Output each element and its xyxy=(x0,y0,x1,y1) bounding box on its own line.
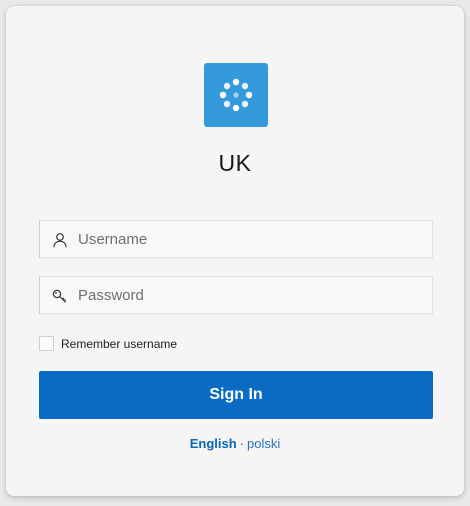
sign-in-button[interactable]: Sign In xyxy=(39,371,433,419)
app-logo xyxy=(204,63,268,127)
app-title: UK xyxy=(218,150,252,176)
dots-logo-icon xyxy=(219,78,253,112)
language-selector: English · polski xyxy=(6,436,464,451)
language-polski-link[interactable]: polski xyxy=(247,436,280,451)
language-separator: · xyxy=(239,436,245,451)
remember-username-checkbox[interactable] xyxy=(39,336,54,351)
language-english: English xyxy=(189,436,237,451)
user-icon xyxy=(52,232,68,248)
remember-username-label[interactable]: Remember username xyxy=(61,337,177,351)
key-icon xyxy=(52,288,68,304)
login-card: UK Remember username Sign In English·pol… xyxy=(6,6,464,496)
username-field[interactable] xyxy=(39,220,433,258)
username-input[interactable] xyxy=(78,221,418,257)
password-field[interactable] xyxy=(39,276,433,314)
password-input[interactable] xyxy=(78,277,418,313)
